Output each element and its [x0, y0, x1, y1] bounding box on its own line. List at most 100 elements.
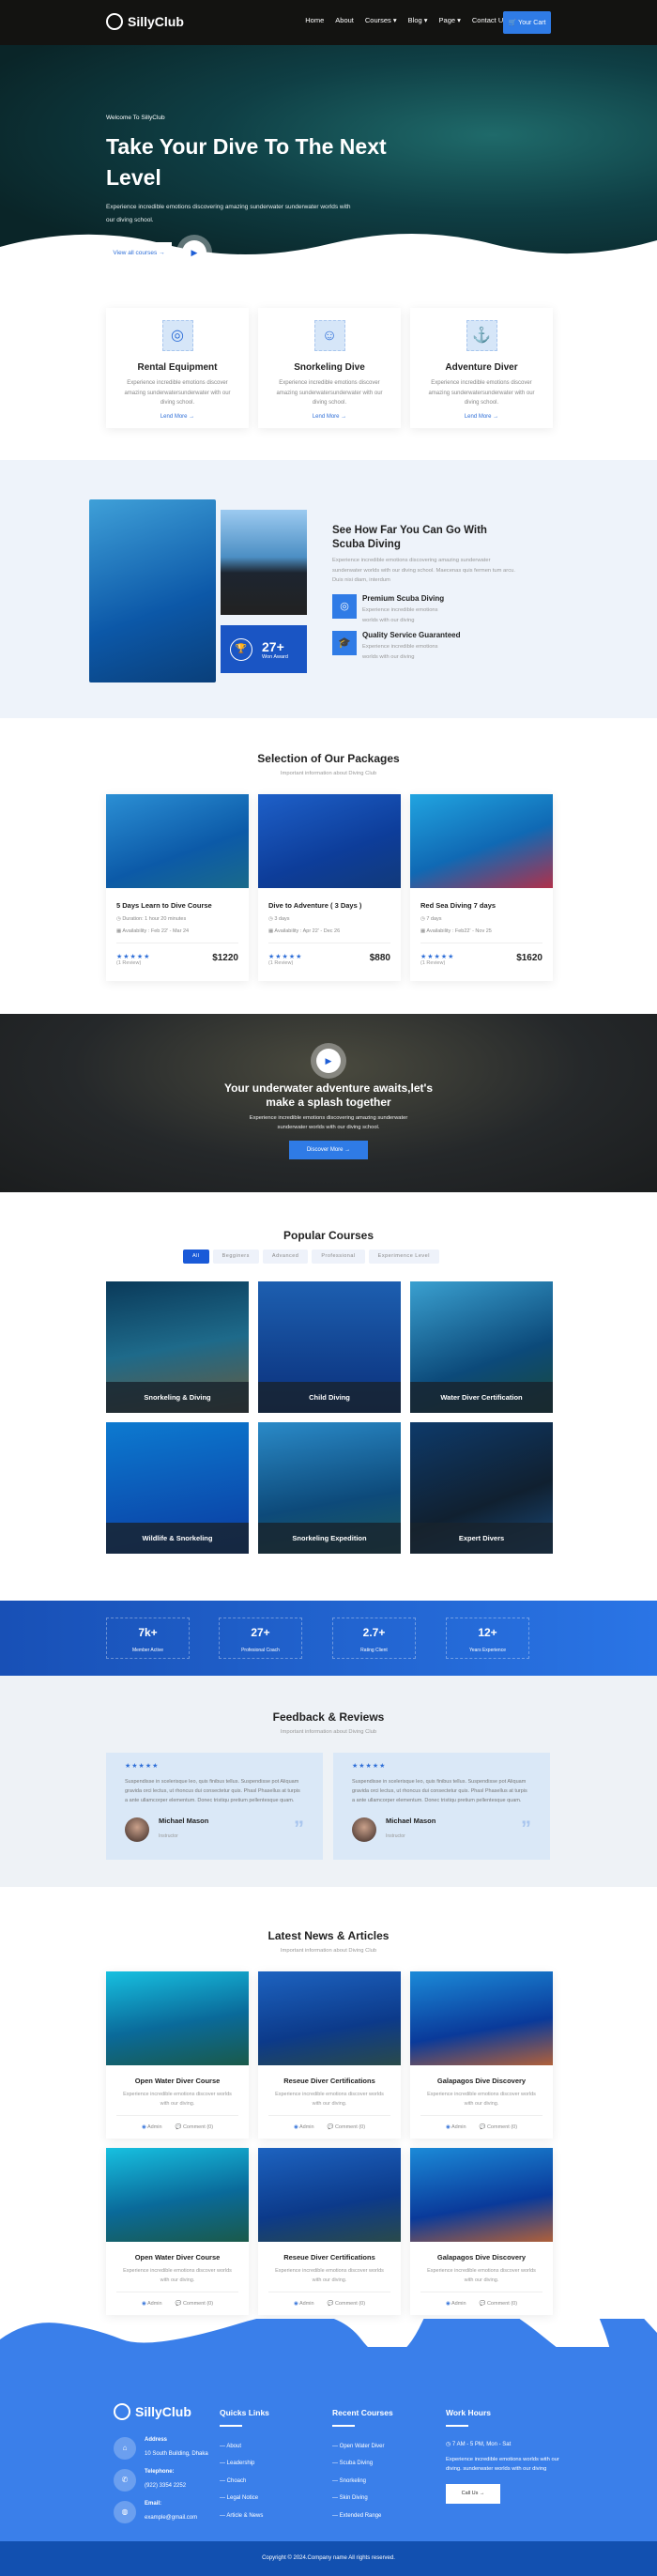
news-card[interactable]: Galapagos Dive Discovery Experience incr…	[410, 2148, 553, 2315]
tab-all[interactable]: All	[183, 1250, 209, 1264]
footer-recent-courses: Recent Courses — Open Water Diver — Scuba …	[332, 2408, 393, 2524]
logo-icon	[114, 2403, 130, 2420]
copyright: Copyright © 2024.Company name All rights…	[0, 2541, 657, 2576]
hero-welcome: Welcome To SillyClub	[106, 115, 165, 121]
course-card[interactable]: Wildlife & Snorkeling	[106, 1422, 249, 1554]
footer-link[interactable]: — Leadership	[220, 2455, 269, 2473]
nav-blog[interactable]: Blog ▾	[408, 16, 428, 24]
main-menu: Home About Courses ▾ Blog ▾ Page ▾ Conta…	[305, 16, 507, 24]
footer-link[interactable]: — Extended Range	[332, 2507, 393, 2525]
banner-description: Experience incredible emotions discoveri…	[249, 1115, 408, 1130]
package-card[interactable]: Red Sea Diving 7 days ◷ 7 days ▦ Availab…	[410, 794, 553, 981]
stat-box: 12+ Years Experience	[446, 1618, 529, 1659]
play-icon: ▶	[191, 247, 198, 257]
cart-icon: 🛒	[508, 20, 519, 26]
call-us-button[interactable]: Call Us →	[446, 2483, 500, 2504]
adventure-diver-icon: ⚓	[466, 320, 497, 351]
cart-button[interactable]: 🛒 Your Cart	[503, 11, 551, 34]
snorkel-icon: ◎	[332, 594, 357, 619]
view-all-courses-button[interactable]: View all courses →	[106, 242, 172, 263]
nav-home[interactable]: Home	[305, 16, 324, 24]
package-price: $1620	[516, 953, 542, 963]
tab-experience-level[interactable]: Experimence Level	[368, 1250, 439, 1264]
news-image	[410, 1971, 553, 2065]
course-card[interactable]: Expert Divers	[410, 1422, 553, 1554]
package-card[interactable]: 5 Days Learn to Dive Course ◷ Duration: …	[106, 794, 249, 981]
news-image	[258, 1971, 401, 2065]
service-card: ☺ Snorkeling Dive Experience incredible em…	[258, 308, 401, 428]
comment-icon: 💬	[327, 2301, 335, 2307]
learn-more-link[interactable]: Lend More →	[106, 414, 249, 420]
stat-box: 2.7+ Rating Client	[332, 1618, 416, 1659]
course-card[interactable]: Child Diving	[258, 1281, 401, 1413]
footer-link[interactable]: — Article & News	[220, 2507, 269, 2525]
trophy-icon: 🏆	[230, 637, 252, 661]
feedback-title: Feedback & Reviews	[272, 1710, 385, 1724]
footer-link[interactable]: — Open Water Diver	[332, 2438, 393, 2456]
package-image	[106, 794, 249, 888]
package-image	[410, 794, 553, 888]
footer-contact: SillyClub ⌂ Address 10 South Building, Dha…	[114, 2403, 208, 2533]
play-video-button[interactable]: ▶	[316, 1049, 341, 1073]
footer-link[interactable]: — Legal Notice	[220, 2490, 269, 2507]
discover-more-button[interactable]: Discover More →	[289, 1141, 368, 1159]
wave-divider	[0, 234, 657, 270]
nav-contact[interactable]: Contact Us	[472, 16, 507, 24]
play-video-button[interactable]: ▶	[182, 240, 206, 265]
feedback-section	[0, 1676, 657, 1887]
stats-band	[0, 1601, 657, 1676]
comment-icon: 💬	[175, 2301, 183, 2307]
news-image	[106, 2148, 249, 2242]
news-card[interactable]: Reseue Diver Certifications Experience i…	[258, 1971, 401, 2139]
package-card[interactable]: Dive to Adventure ( 3 Days ) ◷ 3 days ▦ …	[258, 794, 401, 981]
review-card: ★★★★★ Suspendisse in scelerisque leo, qu…	[106, 1753, 323, 1860]
feature-item: 🎓 Quality Service Guaranteed Experience in…	[332, 631, 461, 662]
news-image	[106, 1971, 249, 2065]
footer-link[interactable]: — Skin Diving	[332, 2490, 393, 2507]
stat-box: 27+ Profesional Coach	[219, 1618, 302, 1659]
award-box: 🏆 27+ Won Award	[221, 625, 307, 673]
news-card[interactable]: Open Water Diver Course Experience incre…	[106, 1971, 249, 2139]
clock-icon: ◷	[446, 2441, 452, 2447]
top-navbar: SillyClub Home About Courses ▾ Blog ▾ Pa…	[0, 0, 657, 45]
graduation-cap-icon: 🎓	[332, 631, 357, 655]
news-card[interactable]: Reseue Diver Certifications Experience i…	[258, 2148, 401, 2315]
service-card: ◎ Rental Equipment Experience incredible e…	[106, 308, 249, 428]
diver-icon: ☺	[313, 320, 345, 351]
service-card: ⚓ Adventure Diver Experience incredible em…	[410, 308, 553, 428]
about-title: See How Far You Can Go With Scuba Diving	[332, 525, 487, 550]
learn-more-link[interactable]: Lend More →	[258, 414, 401, 420]
footer-link[interactable]: — Scuba Diving	[332, 2455, 393, 2473]
star-rating: ★★★★★	[352, 1763, 387, 1770]
packages-subtitle: Important information about Diving Club	[280, 771, 377, 776]
hero-description: Experience incredible emotions discoveri…	[106, 204, 351, 223]
package-price: $880	[369, 953, 390, 963]
course-card[interactable]: Water Diver Certification	[410, 1281, 553, 1413]
review-card: ★★★★★ Suspendisse in scelerisque leo, qu…	[333, 1753, 550, 1860]
comment-icon: 💬	[479, 2124, 487, 2130]
nav-courses[interactable]: Courses ▾	[365, 16, 397, 24]
comment-icon: 💬	[175, 2124, 183, 2130]
nav-about[interactable]: About	[335, 16, 354, 24]
logo[interactable]: SillyClub	[106, 13, 184, 30]
learn-more-link[interactable]: Lend More →	[410, 414, 553, 420]
contact-email: ◍ Email: example@gmail.com	[114, 2501, 208, 2523]
nav-page[interactable]: Page ▾	[439, 16, 461, 24]
tab-beginners[interactable]: Begginers	[212, 1250, 259, 1264]
avatar	[125, 1817, 149, 1842]
diver-boat-photo	[221, 510, 307, 615]
phone-icon: ✆	[114, 2469, 136, 2492]
news-card[interactable]: Open Water Diver Course Experience incre…	[106, 2148, 249, 2315]
footer-link[interactable]: — Choach	[220, 2473, 269, 2491]
footer-logo[interactable]: SillyClub	[114, 2403, 208, 2420]
footer-link[interactable]: — About	[220, 2438, 269, 2456]
tab-advanced[interactable]: Advanced	[262, 1250, 309, 1264]
contact-address: ⌂ Address 10 South Building, Dhaka	[114, 2437, 208, 2460]
footer-link[interactable]: — Snorkeling	[332, 2473, 393, 2491]
about-description: Experience incredible emotions discoveri…	[332, 558, 515, 583]
course-card[interactable]: Snorkeling Expedition	[258, 1422, 401, 1554]
tab-professional[interactable]: Professional	[312, 1250, 365, 1264]
news-card[interactable]: Galapagos Dive Discovery Experience incr…	[410, 1971, 553, 2139]
diver-photo	[89, 499, 216, 682]
course-card[interactable]: Snorkeling & Diving	[106, 1281, 249, 1413]
